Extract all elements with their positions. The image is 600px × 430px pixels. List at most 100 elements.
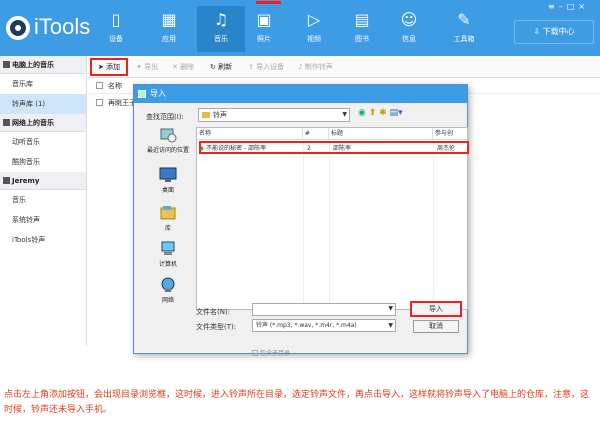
lookin-value: 铃声 — [213, 111, 227, 119]
sidebar-section-device[interactable]: Jeremy — [0, 172, 86, 190]
section-title: 电脑上的音乐 — [12, 61, 54, 69]
toolbar: ➤ 添加 ✦ 导出 ✕ 删除 ↻ 刷新 ⇪ 导入设备 ♪ 制作铃声 — [88, 56, 600, 78]
filename-label: 文件名(N): — [196, 308, 231, 316]
contact-icon: ☺ — [400, 10, 418, 29]
place-label: 计算机 — [158, 261, 177, 268]
sidebar-item-system-ringtones[interactable]: 系统铃声 — [0, 210, 86, 230]
place-label: 库 — [164, 225, 171, 232]
photo-icon: ▣ — [256, 10, 272, 29]
add-button[interactable]: ➤ 添加 — [90, 58, 128, 76]
nav-books[interactable]: ▤ 图书 — [338, 6, 386, 52]
minimize-icon[interactable]: – — [559, 2, 567, 11]
nav-info[interactable]: ☺ 信息 — [385, 6, 433, 52]
sidebar-item-device-music[interactable]: 音乐 — [0, 190, 86, 210]
globe-icon — [3, 119, 10, 126]
instruction-caption: 点击左上角添加按钮，会出现目录浏览框，这时候，进入铃声所在目录，选定铃声文件，再… — [4, 390, 590, 415]
column-divider — [433, 140, 434, 309]
add-icon: ➤ — [97, 63, 107, 71]
place-network[interactable]: 网络 — [144, 277, 192, 304]
close-icon[interactable]: × — [578, 2, 589, 11]
refresh-button[interactable]: ↻ 刷新 — [210, 60, 232, 74]
lookin-select[interactable]: 铃声 ▼ — [198, 108, 350, 122]
computer-icon — [161, 241, 175, 255]
filetype-select[interactable]: 铃声 (*.mp3, *.wav, *.m4r, *.m4a) ▼ — [252, 319, 396, 332]
column-artist[interactable]: 参与创 — [433, 128, 467, 140]
import-dialog: 导入 查找范围(I): 铃声 ▼ ◉ ⬆ ✱ ▤▾ 最近访问的位置 桌面 库 计… — [133, 84, 469, 357]
folder-icon — [202, 112, 210, 118]
checkbox[interactable] — [252, 350, 258, 356]
subdir-label: 包含子目录 — [260, 350, 291, 357]
maximize-icon[interactable]: □ — [567, 2, 579, 11]
tools-icon: ✎ — [457, 10, 471, 29]
place-label: 最近访问的位置 — [146, 147, 189, 154]
itools-logo-icon — [6, 16, 30, 40]
row-checkbox[interactable] — [96, 99, 103, 106]
nav-video[interactable]: ▷ 视频 — [290, 6, 338, 52]
back-icon[interactable]: ◉ — [358, 108, 366, 118]
place-library[interactable]: 库 — [144, 205, 192, 232]
app-logo: iTools — [4, 10, 104, 46]
nav-label: 图书 — [355, 35, 369, 43]
nav-apps[interactable]: ▦ 应用 — [145, 6, 193, 52]
download-center-label: 下载中心 — [542, 27, 575, 36]
import-device-icon: ⇪ — [248, 63, 257, 71]
include-subdir-checkbox[interactable]: 包含子目录 — [252, 348, 290, 357]
place-desktop[interactable]: 桌面 — [144, 167, 192, 194]
filetype-value: 铃声 (*.mp3, *.wav, *.m4r, *.m4a) — [256, 322, 357, 329]
nav-photos[interactable]: ▣ 照片 — [240, 6, 288, 52]
sidebar-section-online-music[interactable]: 网络上的音乐 — [0, 114, 86, 132]
sidebar-item-dongting[interactable]: 动听音乐 — [0, 132, 86, 152]
import-button[interactable]: 导入 — [410, 301, 462, 317]
refresh-label: 刷新 — [218, 63, 233, 71]
delete-button[interactable]: ✕ 删除 — [172, 60, 194, 74]
file-list-header: 名称 # 标题 参与创 — [197, 128, 467, 140]
section-title: 网络上的音乐 — [12, 119, 54, 127]
make-ringtone-button[interactable]: ♪ 制作铃声 — [298, 60, 333, 74]
nav-music[interactable]: ♫ 音乐 — [197, 6, 245, 52]
places-bar: 最近访问的位置 桌面 库 计算机 网络 — [144, 127, 192, 309]
phone-icon — [3, 177, 10, 184]
delete-label: 删除 — [180, 63, 195, 71]
place-recent[interactable]: 最近访问的位置 — [144, 127, 192, 154]
place-label: 网络 — [161, 297, 174, 304]
top-bar: iTools ▯ 设备 ▦ 应用 ♫ 音乐 ▣ 照片 ▷ 视频 ▤ 图书 ☺ 信 — [0, 0, 600, 56]
new-folder-icon[interactable]: ✱ — [379, 108, 387, 118]
sidebar-item-kugou[interactable]: 酷狗音乐 — [0, 152, 86, 172]
column-title[interactable]: 标题 — [329, 128, 433, 140]
sidebar: 电脑上的音乐 音乐库 铃声库 (1) 网络上的音乐 动听音乐 酷狗音乐 Jere… — [0, 56, 87, 346]
ringtone-icon: ♪ — [298, 63, 305, 71]
library-icon — [160, 206, 176, 220]
make-ringtone-label: 制作铃声 — [304, 63, 333, 71]
refresh-icon: ↻ — [210, 63, 219, 71]
export-button[interactable]: ✦ 导出 — [136, 60, 158, 74]
nav-device[interactable]: ▯ 设备 — [92, 6, 140, 52]
import-device-button[interactable]: ⇪ 导入设备 — [248, 60, 284, 74]
download-center-button[interactable]: ⇩ 下载中心 — [514, 20, 594, 44]
row-name: 再眺王子 — [108, 99, 136, 107]
sidebar-item-ringtone-library[interactable]: 铃声库 (1) — [0, 94, 86, 114]
import-device-label: 导入设备 — [256, 63, 285, 71]
music-icon: ♫ — [213, 10, 229, 29]
column-name[interactable]: 名称 — [108, 81, 122, 91]
export-label: 导出 — [144, 63, 159, 71]
filename-input[interactable]: ▼ — [252, 303, 396, 316]
sidebar-item-itools-ringtones[interactable]: iTools铃声 — [0, 230, 86, 250]
column-name[interactable]: 名称 — [197, 128, 303, 140]
nav-label: 设备 — [109, 35, 123, 43]
column-number[interactable]: # — [303, 128, 329, 140]
nav-tools[interactable]: ✎ 工具箱 — [440, 6, 488, 52]
sidebar-section-pc-music[interactable]: 电脑上的音乐 — [0, 56, 86, 74]
menu-icon[interactable]: ≡ — [548, 2, 559, 11]
up-folder-icon[interactable]: ⬆ — [369, 108, 377, 118]
cancel-button[interactable]: 取消 — [413, 320, 459, 333]
select-all-checkbox[interactable] — [96, 82, 103, 89]
phone-icon: ▯ — [111, 10, 121, 29]
column-divider — [303, 140, 304, 309]
place-computer[interactable]: 计算机 — [144, 241, 192, 268]
chevron-down-icon: ▼ — [388, 322, 393, 329]
video-icon: ▷ — [307, 10, 321, 29]
view-menu-icon[interactable]: ▤▾ — [390, 108, 403, 118]
nav-label: 信息 — [402, 35, 416, 43]
sidebar-item-music-library[interactable]: 音乐库 — [0, 74, 86, 94]
dialog-icon — [138, 90, 146, 98]
